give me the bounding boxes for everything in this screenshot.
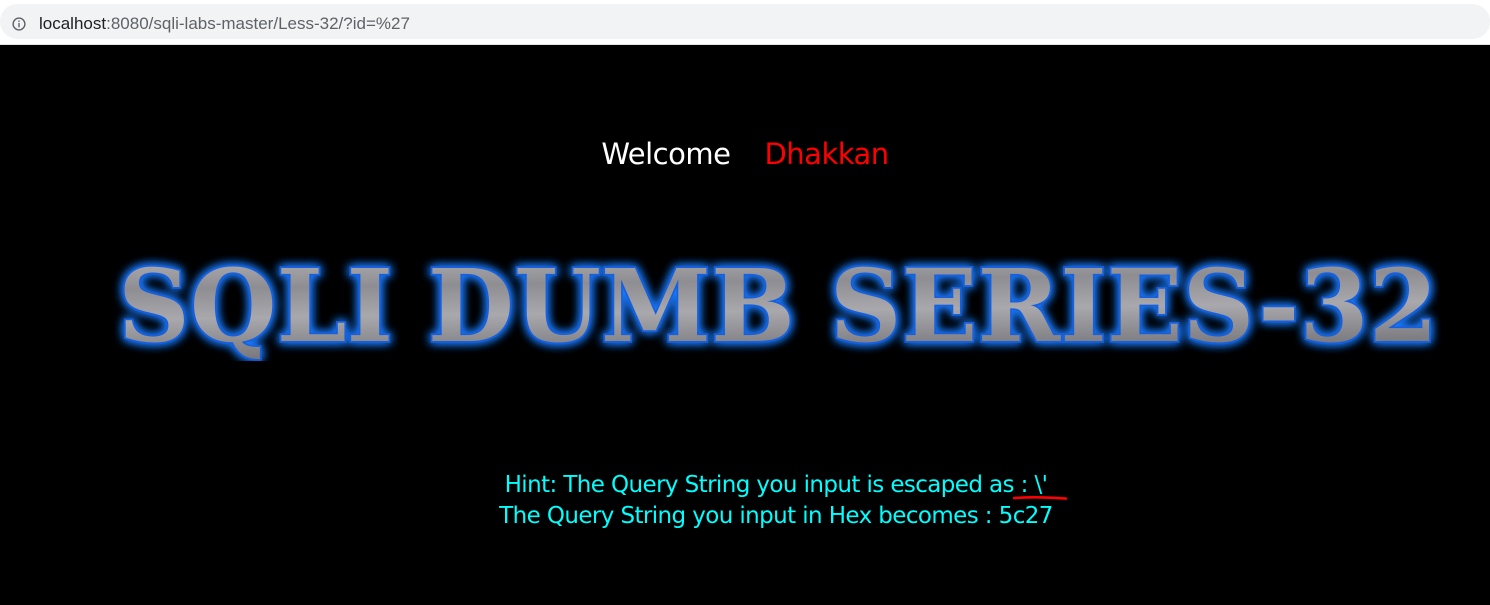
- url-host: localhost: [39, 14, 107, 33]
- hint-escaped-value: : \': [1020, 472, 1048, 498]
- page-viewport: Welcome Dhakkan SQLI DUMB SERIES-32 Hint…: [0, 45, 1490, 605]
- welcome-name: Dhakkan: [764, 137, 889, 171]
- browser-toolbar: localhost:8080/sqli-labs-master/Less-32/…: [0, 0, 1490, 45]
- info-circle-icon[interactable]: [12, 17, 26, 31]
- hint-block: Hint: The Query String you input is esca…: [0, 470, 1490, 532]
- welcome-text: Welcome: [601, 137, 731, 171]
- url-text[interactable]: localhost:8080/sqli-labs-master/Less-32/…: [39, 14, 410, 34]
- hint-hex-line: The Query String you input in Hex become…: [499, 503, 1053, 529]
- series-banner: SQLI DUMB SERIES-32: [116, 245, 1440, 361]
- banner-title: SQLI DUMB SERIES-32: [118, 247, 1438, 361]
- hint-label: Hint: The Query String you input is esca…: [504, 472, 1021, 498]
- welcome-line: Welcome Dhakkan: [0, 137, 1490, 171]
- address-bar[interactable]: localhost:8080/sqli-labs-master/Less-32/…: [0, 4, 1490, 39]
- red-underline-annotation: [1013, 496, 1067, 500]
- hint-escaped-line: Hint: The Query String you input is esca…: [0, 470, 1490, 501]
- url-path: :8080/sqli-labs-master/Less-32/?id=%27: [106, 14, 410, 33]
